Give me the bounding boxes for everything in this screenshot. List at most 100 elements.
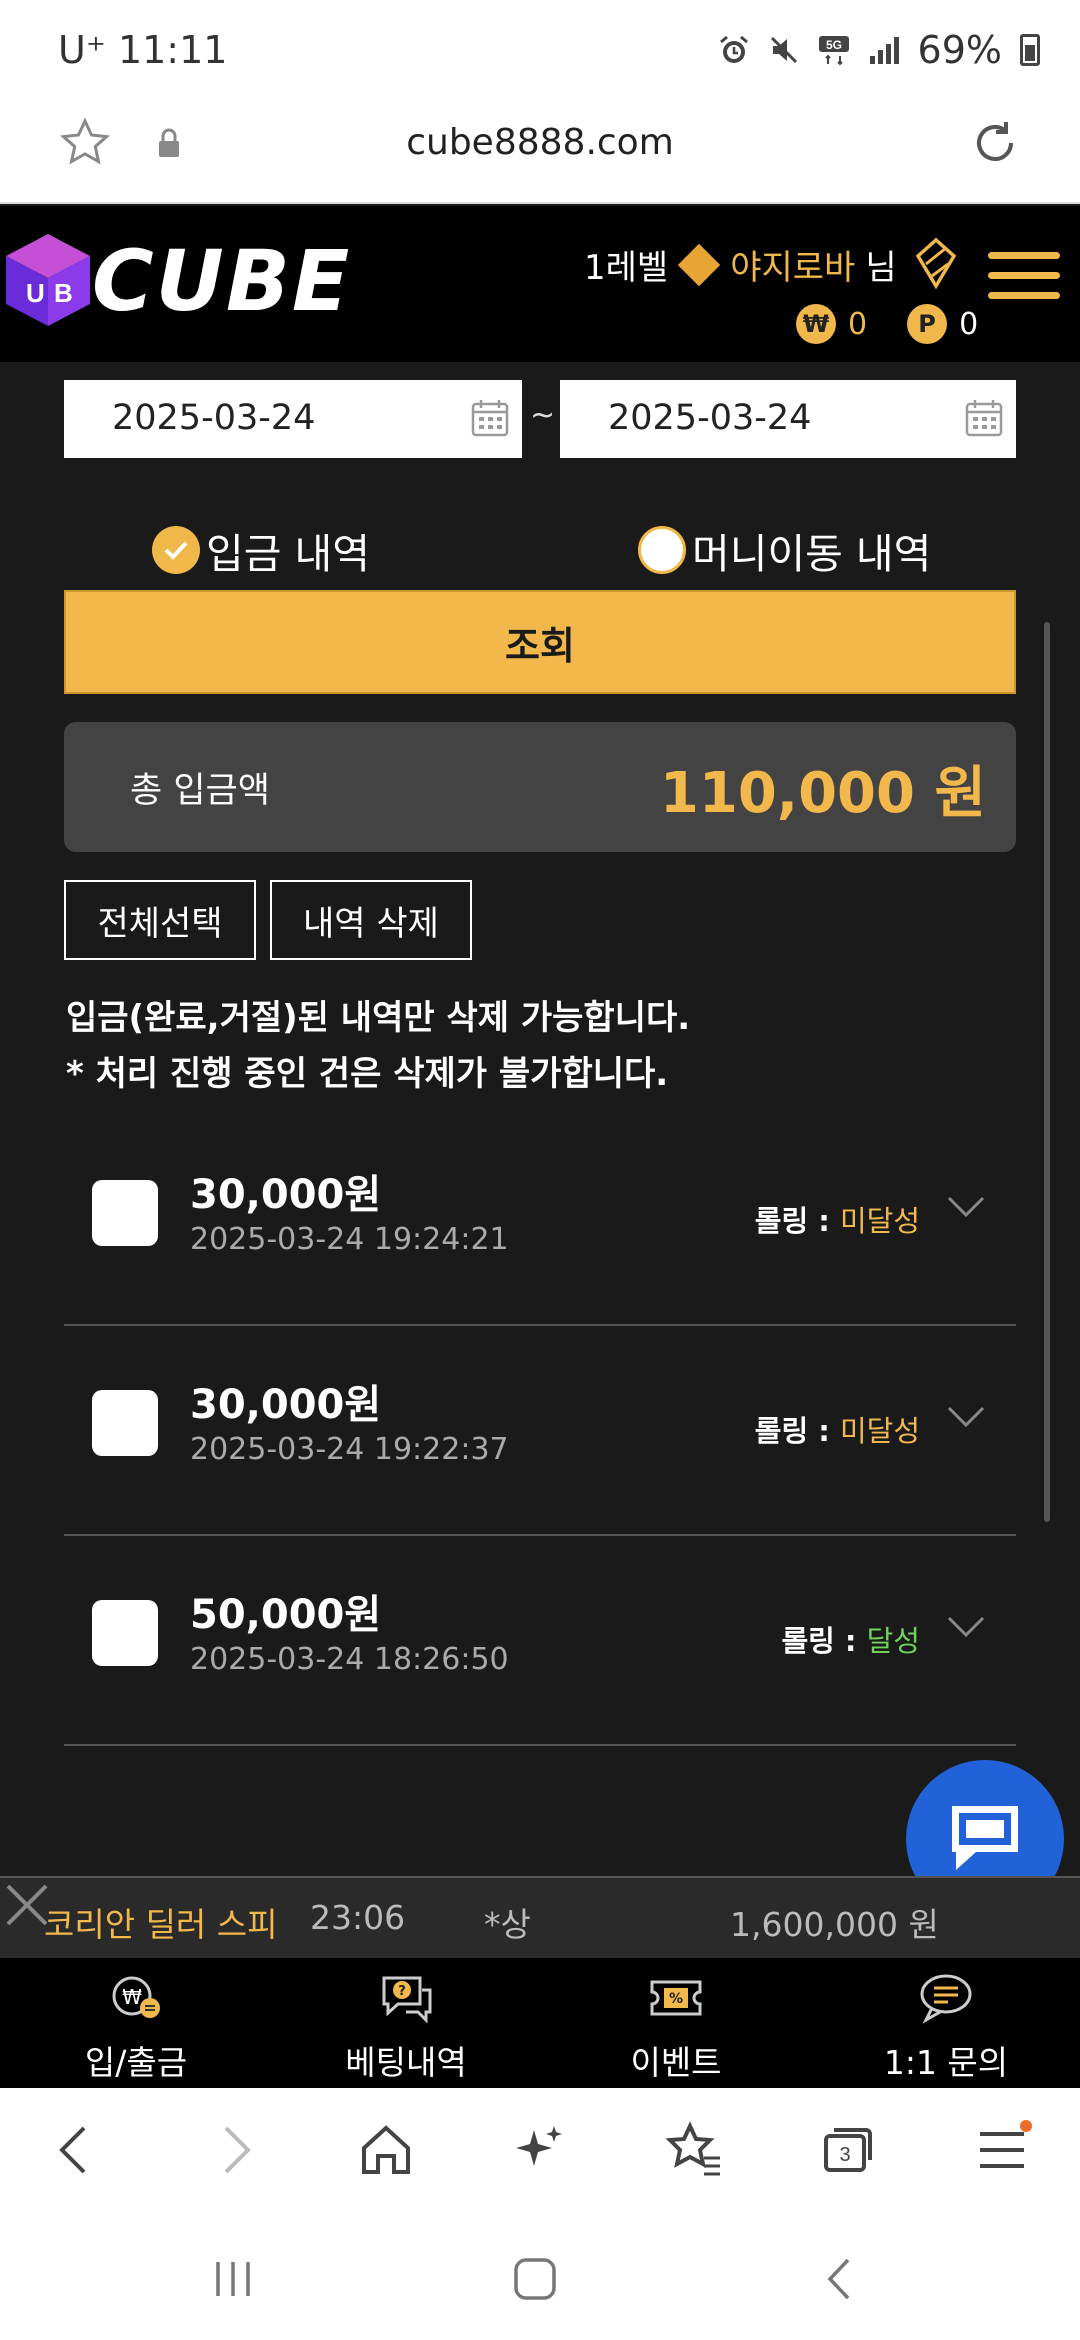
date-separator: ~ — [530, 398, 556, 433]
deposit-history-page: 2025-03-24 ~ 2025-03-24 입금 내역 머니이동 내역 조회… — [0, 362, 1080, 1876]
svg-text:U: U — [26, 278, 45, 308]
radio-money-transfer-history[interactable]: 머니이동 내역 — [638, 520, 931, 580]
5g-icon: 5G — [818, 36, 849, 66]
user-suffix: 님 — [865, 248, 897, 288]
search-button[interactable]: 조회 — [64, 590, 1016, 694]
ticket-icon: % — [650, 1980, 702, 2016]
user-nickname: 야지로바 — [730, 248, 856, 288]
scrollbar[interactable] — [1044, 622, 1050, 1522]
battery-percent: 69% — [917, 28, 1002, 72]
status-icons: 5G 69% — [718, 28, 1040, 72]
url-text[interactable]: cube8888.com — [0, 122, 1080, 163]
date-to-field[interactable]: 2025-03-24 — [560, 380, 1016, 458]
record-rolling-status: 롤링 : 달성 — [781, 1618, 920, 1660]
mute-icon — [770, 36, 797, 64]
forward-icon[interactable] — [204, 2120, 264, 2180]
rolling-value: 미달성 — [839, 1414, 920, 1448]
sparkle-icon[interactable] — [510, 2120, 570, 2180]
radio-deposit-history[interactable]: 입금 내역 — [152, 520, 370, 580]
chevron-down-icon[interactable] — [946, 1402, 986, 1432]
svg-text:B: B — [54, 278, 73, 308]
rolling-label: 롤링 : — [781, 1624, 857, 1658]
delete-notice: 입금(완료,거절)된 내역만 삭제 가능합니다. * 처리 진행 중인 건은 삭… — [66, 990, 690, 1102]
record-checkbox[interactable] — [92, 1180, 158, 1246]
ticker-user: *상 — [484, 1905, 531, 1944]
record-rolling-status: 롤링 : 미달성 — [755, 1198, 920, 1240]
date-to-value: 2025-03-24 — [608, 398, 812, 438]
radio-money-label: 머니이동 내역 — [692, 530, 932, 578]
hamburger-menu-icon[interactable] — [988, 252, 1060, 308]
balances: ₩ 0 P 0 — [796, 304, 978, 344]
betting-icon: ? — [382, 1976, 432, 2024]
reload-icon[interactable] — [966, 114, 1024, 172]
browser-toolbar: 3 — [0, 2088, 1080, 2216]
rolling-label: 롤링 : — [754, 1414, 830, 1448]
radio-checked-icon — [152, 526, 200, 574]
total-deposit-amount: 110,000 원 — [659, 761, 986, 826]
deposit-record[interactable]: 50,000원 2025-03-24 18:26:50 롤링 : 달성 — [64, 1536, 1016, 1746]
nav-deposit-withdraw[interactable]: ₩ 입/출금 — [16, 1968, 256, 2084]
back-icon[interactable] — [46, 2120, 106, 2180]
won-balance: 0 — [848, 306, 868, 342]
notice-line: * 처리 진행 중인 건은 삭제가 불가합니다. — [66, 1054, 669, 1094]
cube-logo-icon[interactable]: U B — [2, 230, 94, 330]
carrier-time: U⁺ 11:11 — [58, 28, 228, 72]
nav-label: 1:1 문의 — [883, 2043, 1009, 2082]
signal-icon — [869, 37, 899, 64]
notice-line: 입금(완료,거절)된 내역만 삭제 가능합니다. — [66, 998, 691, 1038]
svg-text:₩: ₩ — [122, 1985, 142, 2009]
browser-menu-icon[interactable] — [972, 2120, 1032, 2180]
record-amount: 50,000원 — [190, 1592, 382, 1638]
site-header: U B CUBE 1레벨 야지로바 님 ₩ 0 P 0 — [0, 206, 1080, 362]
nav-label: 이벤트 — [630, 2043, 722, 2082]
won-coin-icon: ₩ — [796, 304, 836, 344]
home-button-icon[interactable] — [508, 2252, 562, 2306]
nav-betting-history[interactable]: ? 베팅내역 — [286, 1968, 526, 2084]
date-from-value: 2025-03-24 — [112, 398, 316, 438]
svg-text:5G: 5G — [826, 38, 842, 52]
system-back-icon[interactable] — [814, 2252, 868, 2306]
tabs-icon[interactable]: 3 — [818, 2120, 878, 2180]
winning-ticker: 코리안 딜러 스피 23:06 *상 1,600,000 원 — [0, 1876, 1080, 1958]
recent-apps-icon[interactable] — [206, 2252, 260, 2306]
rolling-label: 롤링 : — [754, 1204, 830, 1238]
battery-icon — [1020, 34, 1040, 66]
system-navigation-bar — [0, 2216, 1080, 2340]
home-icon[interactable] — [356, 2120, 416, 2180]
point-coin-icon: P — [907, 304, 948, 344]
svg-text:?: ? — [398, 1984, 406, 1999]
chat-bubble-icon — [952, 1806, 1018, 1870]
gift-icon[interactable] — [912, 236, 960, 292]
radio-unchecked-icon — [638, 526, 686, 574]
record-time: 2025-03-24 19:22:37 — [190, 1432, 509, 1467]
record-time: 2025-03-24 19:24:21 — [190, 1222, 509, 1257]
record-checkbox[interactable] — [92, 1390, 158, 1456]
chevron-down-icon[interactable] — [946, 1192, 986, 1222]
site-logo-text[interactable]: CUBE — [92, 232, 351, 330]
delete-history-button[interactable]: 내역 삭제 — [270, 880, 472, 960]
ticker-amount: 1,600,000 원 — [730, 1905, 939, 1944]
total-deposit-label: 총 입금액 — [130, 771, 270, 811]
total-deposit-box: 총 입금액 110,000 원 — [64, 722, 1016, 852]
select-all-button[interactable]: 전체선택 — [64, 880, 256, 960]
record-time: 2025-03-24 18:26:50 — [190, 1642, 509, 1677]
rolling-value: 달성 — [866, 1624, 920, 1658]
chevron-down-icon[interactable] — [946, 1612, 986, 1642]
calendar-icon[interactable] — [964, 398, 1004, 438]
record-checkbox[interactable] — [92, 1600, 158, 1666]
record-amount: 30,000원 — [190, 1382, 382, 1428]
tab-count: 3 — [839, 2144, 850, 2166]
calendar-icon[interactable] — [470, 398, 510, 438]
ticker-game: 코리안 딜러 스피 — [44, 1905, 278, 1944]
deposit-record[interactable]: 30,000원 2025-03-24 19:22:37 롤링 : 미달성 — [64, 1326, 1016, 1536]
bookmarks-icon[interactable] — [664, 2120, 724, 2180]
nav-event[interactable]: % 이벤트 — [556, 1968, 796, 2084]
rolling-value: 미달성 — [839, 1204, 920, 1238]
date-from-field[interactable]: 2025-03-24 — [64, 380, 522, 458]
user-level: 1레벨 — [584, 248, 669, 288]
deposit-record[interactable]: 30,000원 2025-03-24 19:24:21 롤링 : 미달성 — [64, 1116, 1016, 1326]
deposit-icon: ₩ — [112, 1976, 160, 2018]
point-balance: 0 — [959, 306, 979, 342]
user-info: 1레벨 야지로바 님 — [584, 240, 897, 289]
nav-one-on-one-inquiry[interactable]: 1:1 문의 — [826, 1968, 1066, 2084]
